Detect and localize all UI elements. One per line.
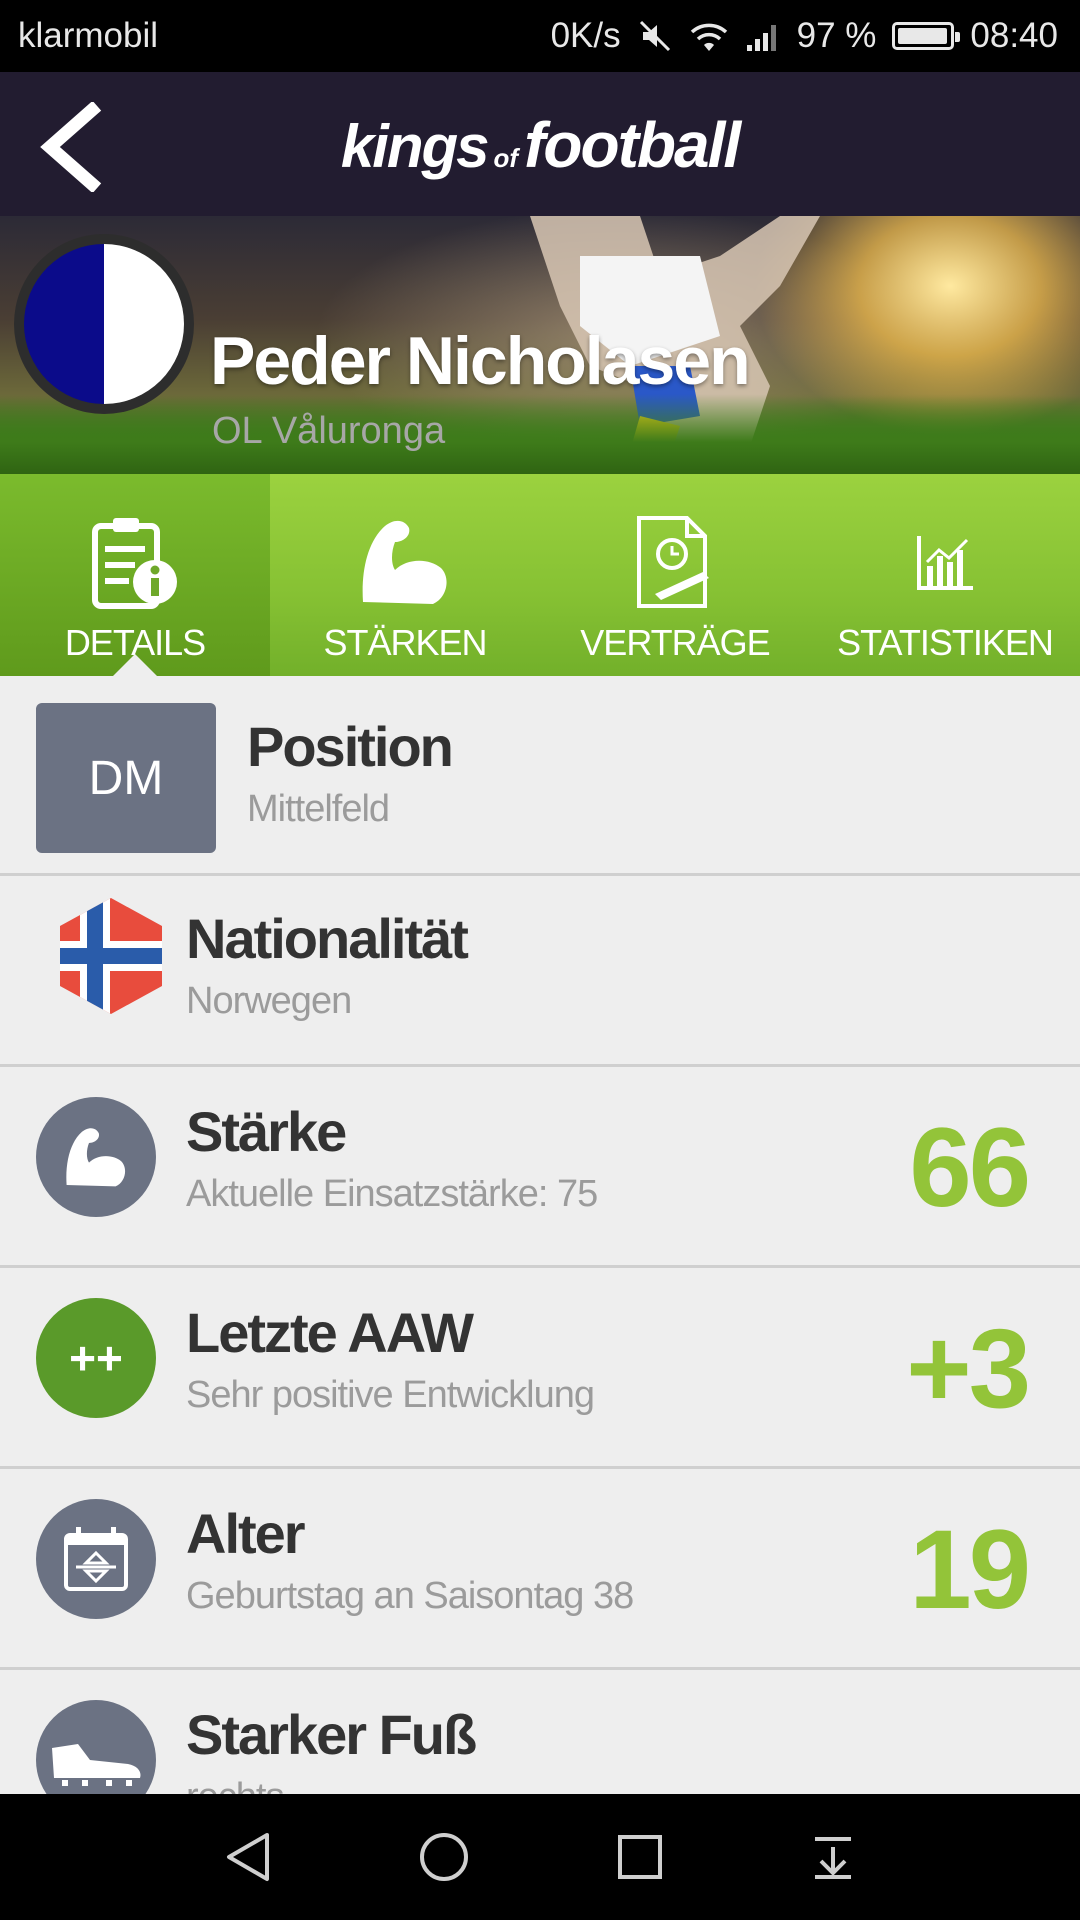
norway-flag-icon (60, 898, 162, 1014)
strength-value: 66 (909, 1105, 1031, 1230)
strength-subtitle: Aktuelle Einsatzstärke: 75 (186, 1173, 598, 1215)
battery-icon (892, 22, 961, 50)
logo-football: football (524, 109, 741, 181)
tab-staerken[interactable]: STÄRKEN (270, 474, 540, 676)
football-boot-icon (52, 1744, 141, 1786)
tab-vertraege[interactable]: VERTRÄGE (540, 474, 810, 676)
carrier-name: klarmobil (18, 16, 159, 55)
tab-statistiken-label: STATISTIKEN (837, 622, 1054, 663)
logo-kings: kings (340, 113, 490, 180)
details-info-icon (85, 502, 185, 622)
strength-icon-circle (36, 1097, 156, 1217)
player-name: Peder Nicholasen (210, 323, 751, 399)
nationality-title: Nationalität (186, 907, 469, 970)
tab-staerken-label: STÄRKEN (323, 622, 487, 663)
nav-home-icon[interactable] (418, 1831, 470, 1883)
chart-icon (915, 502, 975, 622)
list-item-strong-foot[interactable]: Starker Fuß rechts (0, 1670, 1080, 1794)
nav-back-icon[interactable] (223, 1831, 273, 1883)
details-list: DM Position Mittelfeld Nationalität Norw… (0, 676, 1080, 1794)
aaw-value: +3 (906, 1306, 1031, 1431)
nav-notifications-icon[interactable] (809, 1833, 857, 1881)
age-value: 19 (909, 1507, 1031, 1632)
aaw-subtitle: Sehr positive Entwicklung (186, 1374, 595, 1416)
aaw-icon: ++ (36, 1298, 156, 1418)
app-bar: kings offootball (0, 72, 1080, 216)
contract-icon (625, 502, 725, 622)
foot-icon-circle (36, 1700, 156, 1794)
age-subtitle: Geburtstag an Saisontag 38 (186, 1575, 634, 1617)
position-title: Position (247, 715, 454, 778)
tab-details[interactable]: DETAILS (0, 474, 270, 676)
app-logo: kings offootball (0, 108, 1080, 182)
signal-icon (745, 19, 781, 53)
nationality-value: Norwegen (186, 980, 352, 1022)
tab-bar: DETAILS STÄRKEN VERTRÄGE STATISTIKEN (0, 474, 1080, 676)
mute-icon (637, 18, 673, 54)
foot-subtitle: rechts (186, 1776, 284, 1794)
system-nav-bar (0, 1794, 1080, 1920)
position-value: Mittelfeld (247, 788, 390, 830)
battery-percent: 97 % (796, 16, 877, 55)
position-badge: DM (36, 703, 216, 853)
stadium-turf (0, 394, 1080, 474)
list-item-strength[interactable]: Stärke Aktuelle Einsatzstärke: 75 66 (0, 1067, 1080, 1268)
strength-title: Stärke (186, 1100, 347, 1163)
calendar-icon (64, 1527, 128, 1591)
tab-statistiken[interactable]: STATISTIKEN (810, 474, 1080, 676)
list-item-nationality[interactable]: Nationalität Norwegen (0, 876, 1080, 1067)
muscle-arm-icon (66, 1128, 126, 1187)
muscle-arm-icon (355, 502, 455, 622)
player-club: OL Våluronga (212, 410, 446, 452)
clock: 08:40 (970, 16, 1058, 55)
nav-recents-icon[interactable] (616, 1833, 664, 1881)
network-speed: 0K/s (550, 16, 621, 55)
list-item-last-aaw[interactable]: ++ Letzte AAW Sehr positive Entwicklung … (0, 1268, 1080, 1469)
list-item-age[interactable]: Alter Geburtstag an Saisontag 38 19 (0, 1469, 1080, 1670)
aaw-title: Letzte AAW (186, 1301, 474, 1364)
tab-details-label: DETAILS (64, 622, 206, 663)
logo-of: of (493, 143, 519, 173)
wifi-icon (689, 19, 729, 53)
tab-vertraege-label: VERTRÄGE (580, 622, 770, 663)
club-badge (14, 234, 194, 414)
list-item-position[interactable]: DM Position Mittelfeld (0, 676, 1080, 876)
status-bar: klarmobil 0K/s 97 % 08:40 (0, 0, 1080, 72)
age-title: Alter (186, 1502, 306, 1565)
foot-title: Starker Fuß (186, 1703, 477, 1766)
age-icon-circle (36, 1499, 156, 1619)
